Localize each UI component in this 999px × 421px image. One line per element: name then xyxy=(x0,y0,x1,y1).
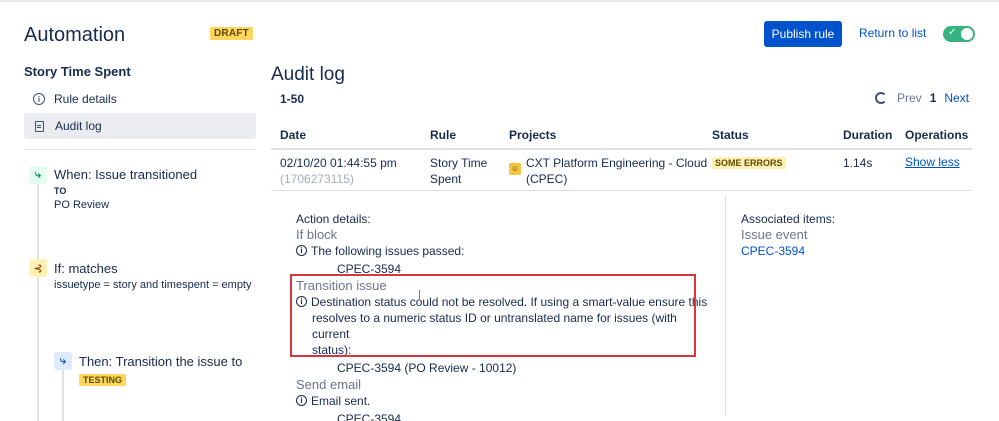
error-highlight-box xyxy=(290,274,696,357)
row-duration: 1.14s xyxy=(843,156,873,170)
row-divider xyxy=(271,190,972,191)
if-title: If: matches xyxy=(54,261,118,276)
col-rule: Rule xyxy=(430,128,457,142)
info-icon: i xyxy=(33,93,45,105)
page-title: Audit log xyxy=(271,64,345,85)
when-step[interactable]: When: Issue transitioned TO PO Review xyxy=(54,167,197,211)
row-rule-cell: Story Time Spent xyxy=(430,155,487,187)
page-number[interactable]: 1 xyxy=(930,91,937,105)
return-to-list-link[interactable]: Return to list xyxy=(859,26,926,40)
row-project-line1: CXT Platform Engineering - Cloud xyxy=(526,156,708,170)
check-icon: ✓ xyxy=(948,27,957,38)
then-title: Then: Transition the issue to xyxy=(79,354,243,369)
associated-heading: Associated items: xyxy=(741,212,836,226)
next-link[interactable]: Next xyxy=(944,91,969,105)
email-issue: CPEC-3594 xyxy=(337,412,402,421)
flow-connector-nested xyxy=(62,370,64,421)
associated-items: Associated items: Issue event CPEC-3594 xyxy=(741,211,835,259)
publish-rule-button[interactable]: Publish rule xyxy=(764,21,842,47)
prev-link[interactable]: Prev xyxy=(897,91,922,105)
if-step[interactable]: If: matches issuetype = story and timesp… xyxy=(54,261,254,293)
refresh-icon[interactable] xyxy=(875,92,887,104)
testing-badge: TESTING xyxy=(79,374,127,386)
col-operations: Operations xyxy=(905,128,969,142)
sidebar-divider xyxy=(24,149,256,150)
condition-icon: ⊰ xyxy=(29,259,47,277)
row-rule-line1: Story Time xyxy=(430,156,488,170)
action-icon: ⤷ xyxy=(54,352,72,370)
if-block-title: If block xyxy=(296,227,338,242)
pagination: Prev 1 Next xyxy=(875,91,969,105)
rule-name: Story Time Spent xyxy=(24,64,131,79)
app-title: Automation xyxy=(24,24,126,46)
associated-type: Issue event xyxy=(741,227,808,242)
show-less-link[interactable]: Show less xyxy=(905,155,960,169)
to-label: TO xyxy=(54,186,67,196)
status-badge: SOME ERRORS xyxy=(712,157,786,169)
top-border xyxy=(0,0,999,2)
then-step[interactable]: Then: Transition the issue to xyxy=(79,354,242,369)
row-project-cell: ☺ CXT Platform Engineering - Cloud (CPEC… xyxy=(509,155,707,187)
info-icon: i xyxy=(296,245,307,256)
info-icon: i xyxy=(296,395,307,406)
if-condition: issuetype = story and timespent = empty xyxy=(54,279,252,291)
details-divider xyxy=(725,196,726,416)
transition-issue-ref: CPEC-3594 (PO Review - 10012) xyxy=(337,361,517,375)
when-title: When: Issue transitioned xyxy=(54,167,198,182)
result-range: 1-50 xyxy=(280,92,305,106)
send-email-title: Send email xyxy=(296,377,362,392)
if-block-message: i The following issues passed: xyxy=(296,243,716,259)
col-duration: Duration xyxy=(843,128,893,142)
draft-badge: DRAFT xyxy=(210,27,253,40)
col-date: Date xyxy=(280,128,307,142)
nav-label: Audit log xyxy=(55,119,102,133)
flow-connector xyxy=(37,180,39,421)
col-projects: Projects xyxy=(509,128,557,142)
toggle-knob xyxy=(961,28,973,40)
when-value: PO Review xyxy=(54,199,110,211)
project-avatar-icon: ☺ xyxy=(509,163,521,175)
associated-issue-link[interactable]: CPEC-3594 xyxy=(741,243,835,259)
email-message: i Email sent. xyxy=(296,393,716,409)
nav-audit-log[interactable]: Audit log xyxy=(24,113,256,139)
trigger-icon: ⤷ xyxy=(29,166,47,184)
text-cursor xyxy=(419,290,420,300)
row-date-cell: 02/10/20 01:44:55 pm (1706273115) xyxy=(280,155,397,187)
rule-enabled-toggle[interactable]: ✓ xyxy=(943,26,975,42)
row-timestamp: (1706273115) xyxy=(280,172,354,186)
nav-rule-details[interactable]: i Rule details xyxy=(24,86,256,112)
table-header-divider xyxy=(271,148,972,150)
col-status: Status xyxy=(712,128,749,142)
row-rule-line2: Spent xyxy=(430,172,462,186)
document-icon xyxy=(35,120,44,132)
row-date: 02/10/20 01:44:55 pm xyxy=(280,156,397,170)
row-project-line2: (CPEC) xyxy=(526,172,568,186)
nav-label: Rule details xyxy=(54,92,117,106)
action-details-heading: Action details: xyxy=(296,212,371,226)
